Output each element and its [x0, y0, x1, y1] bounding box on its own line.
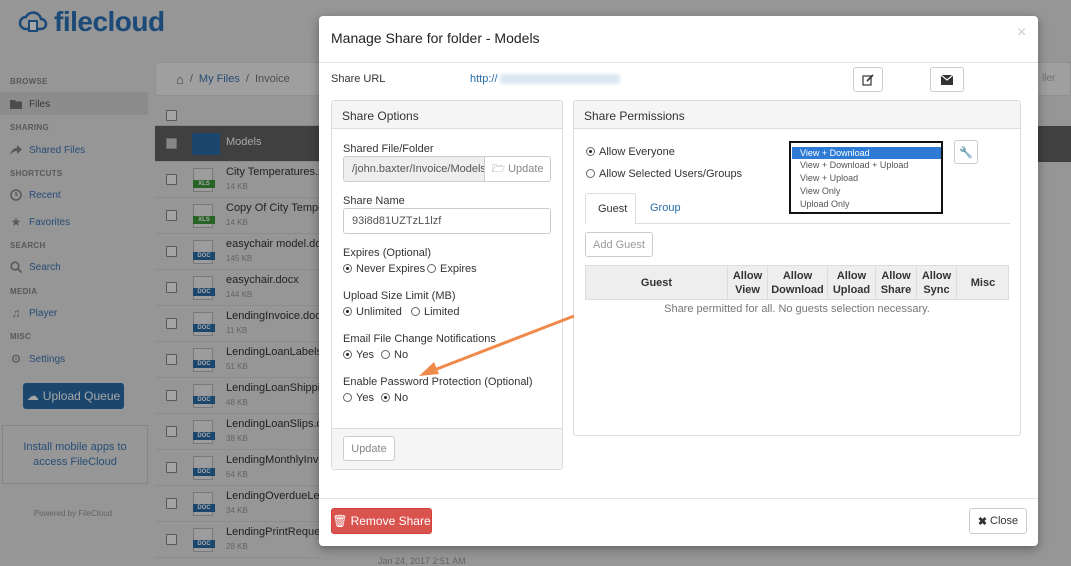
- manage-share-dialog: Manage Share for folder - Models × Share…: [319, 16, 1038, 546]
- trash-icon: 🗑: [332, 514, 348, 528]
- remove-share-label: Remove Share: [350, 514, 431, 528]
- close-button[interactable]: ✖ Close: [969, 508, 1027, 534]
- divider: [319, 498, 1038, 499]
- close-label: Close: [990, 515, 1019, 527]
- remove-share-button[interactable]: 🗑 Remove Share: [331, 508, 432, 534]
- annotation-arrow: [419, 314, 575, 376]
- close-icon: ✖: [977, 515, 988, 528]
